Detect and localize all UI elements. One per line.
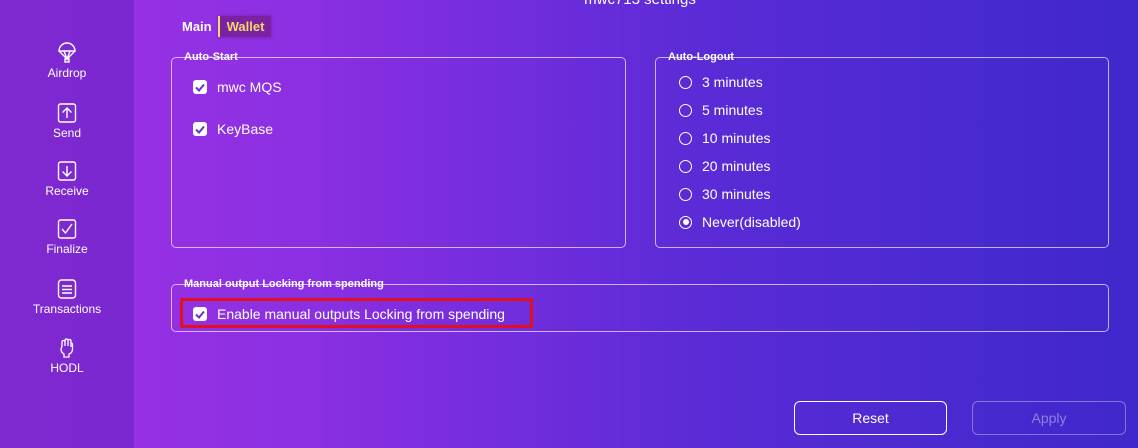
sidebar-item-label: Finalize [46, 242, 88, 256]
tab-wallet[interactable]: Wallet [217, 15, 272, 37]
keybase-label: KeyBase [217, 121, 274, 137]
tab-bar: Main Wallet [176, 14, 272, 38]
radio-label: 5 minutes [702, 102, 763, 118]
sidebar-item-airdrop[interactable]: Airdrop [0, 42, 134, 80]
mwc-mqs-checkbox-row[interactable]: mwc MQS [193, 79, 282, 95]
radio-button[interactable] [679, 159, 692, 173]
radio-button[interactable] [679, 103, 692, 117]
radio-20-minutes[interactable]: 20 minutes [679, 158, 770, 174]
radio-3-minutes[interactable]: 3 minutes [679, 74, 763, 90]
sidebar: Airdrop Send Receive Finalize Transactio… [0, 0, 134, 448]
sidebar-item-hodl[interactable]: HODL [0, 337, 134, 375]
reset-button[interactable]: Reset [794, 401, 947, 435]
radio-label: Never(disabled) [702, 214, 801, 230]
sidebar-item-finalize[interactable]: Finalize [0, 218, 134, 256]
radio-dot [682, 219, 689, 225]
keybase-checkbox[interactable] [193, 122, 207, 136]
sidebar-item-label: Receive [45, 184, 89, 198]
sidebar-item-receive[interactable]: Receive [0, 160, 134, 198]
radio-label: 3 minutes [702, 74, 763, 90]
radio-label: 30 minutes [702, 186, 771, 202]
radio-button[interactable] [679, 131, 692, 145]
radio-30-minutes[interactable]: 30 minutes [679, 186, 770, 202]
check-box-icon [0, 218, 134, 240]
radio-button[interactable] [679, 187, 692, 201]
radio-button[interactable] [679, 75, 692, 89]
radio-10-minutes[interactable]: 10 minutes [679, 130, 770, 146]
radio-5-minutes[interactable]: 5 minutes [679, 102, 763, 118]
arrow-down-box-icon [0, 160, 134, 182]
sidebar-item-label: Airdrop [47, 66, 87, 80]
sidebar-item-label: Send [52, 126, 82, 140]
sidebar-item-label: Transactions [32, 302, 102, 316]
auto-logout-group: Auto-Logout 3 minutes 5 minutes 10 minut… [655, 51, 1109, 248]
tab-main[interactable]: Main [176, 16, 218, 37]
auto-logout-title: Auto-Logout [668, 51, 734, 63]
sidebar-item-transactions[interactable]: Transactions [0, 278, 134, 316]
auto-start-title: Auto-Start [184, 51, 238, 63]
apply-button[interactable]: Apply [972, 401, 1126, 435]
mwc-mqs-checkbox[interactable] [193, 80, 207, 94]
mwc-mqs-label: mwc MQS [217, 79, 282, 95]
window-title: mwc713 settings [540, 0, 740, 8]
fist-icon [0, 337, 134, 359]
keybase-checkbox-row[interactable]: KeyBase [193, 121, 273, 137]
radio-never-disabled[interactable]: Never(disabled) [679, 214, 801, 230]
radio-label: 20 minutes [702, 158, 771, 174]
auto-start-group: Auto-Start mwc MQS KeyBase [171, 51, 626, 248]
sidebar-item-label: HODL [50, 361, 84, 375]
sidebar-item-send[interactable]: Send [0, 102, 134, 140]
radio-label: 10 minutes [702, 130, 771, 146]
manual-locking-title: Manual output Locking from spending [184, 278, 384, 290]
parachute-icon [0, 42, 134, 64]
highlight-annotation [180, 298, 533, 328]
radio-button-selected[interactable] [679, 215, 692, 229]
arrow-up-box-icon [0, 102, 134, 124]
list-box-icon [0, 278, 134, 300]
